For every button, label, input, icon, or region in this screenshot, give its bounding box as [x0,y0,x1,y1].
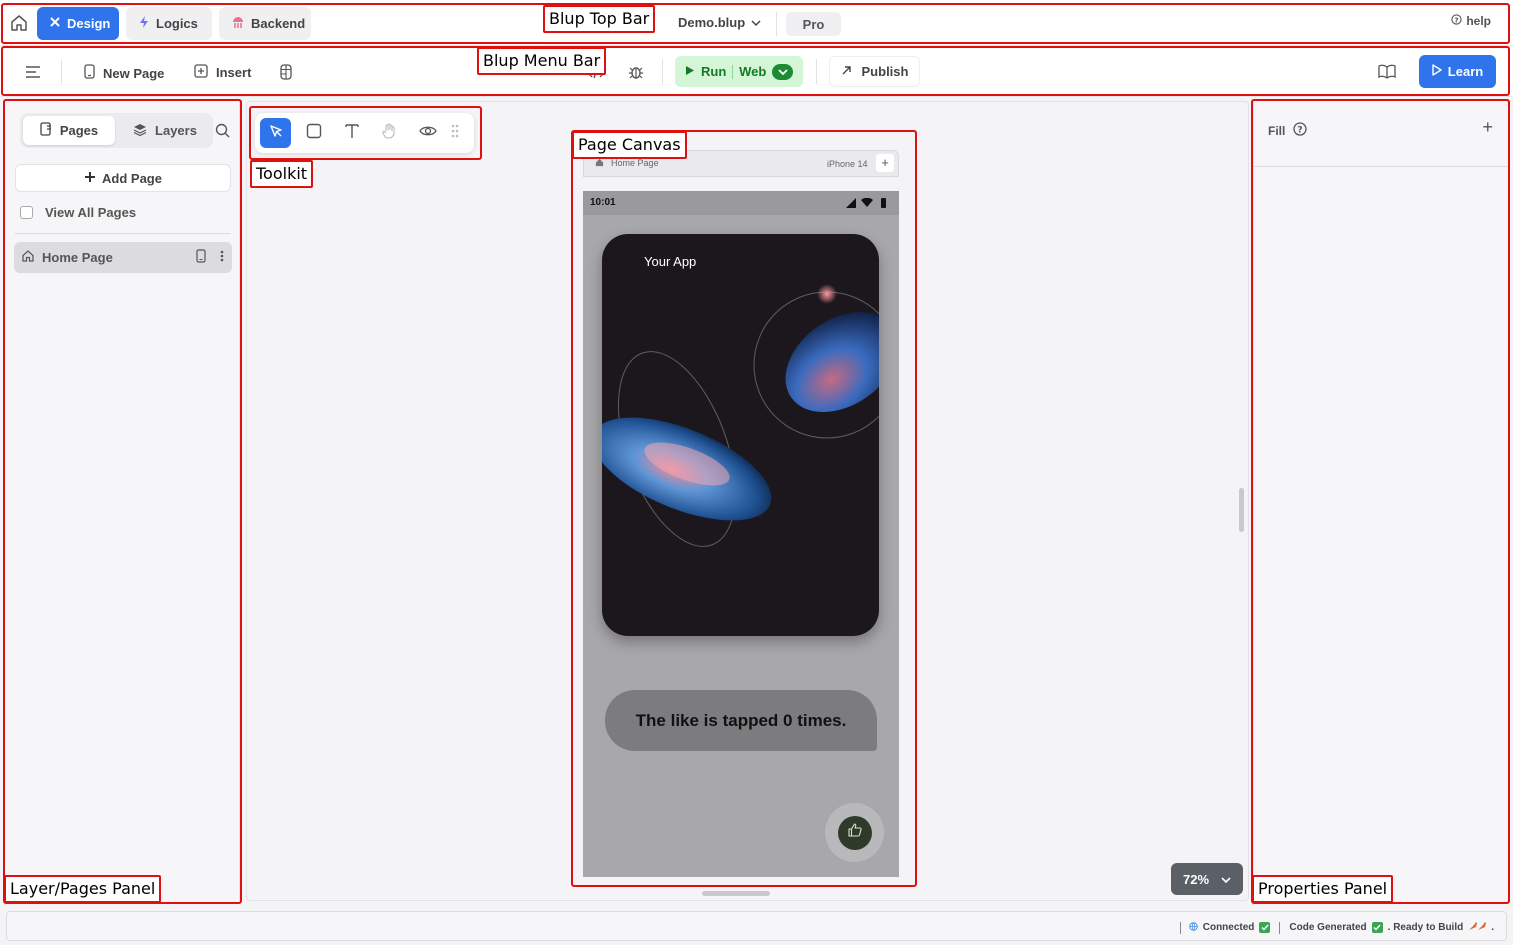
vertical-scrollbar[interactable] [1239,488,1244,532]
status-bar-right: Connected Code Generated . Ready to Buil… [1179,921,1494,934]
horizontal-scrollbar[interactable] [702,891,770,896]
check-icon [1259,922,1271,933]
divider [1279,921,1281,934]
annotation-box-toolkit [249,106,482,160]
divider [1179,921,1181,934]
rocket-icon [1468,921,1487,934]
annotation-label-page-canvas: Page Canvas [572,131,687,159]
annotation-box-menu-bar [1,46,1510,96]
annotation-label-menu-bar: Blup Menu Bar [477,47,607,75]
annotation-box-properties-panel [1251,99,1510,904]
status-bar: Connected Code Generated . Ready to Buil… [6,911,1507,941]
chevron-down-icon [1221,872,1231,887]
zoom-dropdown[interactable]: 72% [1171,863,1243,895]
ready-label: . Ready to Build [1387,922,1464,933]
annotation-box-page-canvas [571,130,917,887]
check-icon [1371,922,1383,933]
annotation-label-toolkit: Toolkit [250,160,314,188]
zoom-value: 72% [1182,871,1210,887]
code-generated-label: Code Generated [1289,922,1367,933]
globe-icon [1189,921,1198,934]
connected-label: Connected [1202,922,1255,933]
annotation-box-top-bar [1,3,1510,44]
annotation-label-properties-panel: Properties Panel [1252,875,1394,903]
end-label: . [1491,922,1494,933]
annotation-label-layers-panel: Layer/Pages Panel [4,875,162,903]
annotation-box-layers-panel [3,99,242,904]
annotation-label-top-bar: Blup Top Bar [543,5,656,33]
